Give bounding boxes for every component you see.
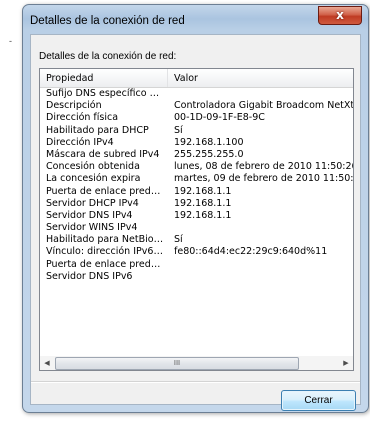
row-property: Servidor WINS IPv4: [46, 222, 138, 234]
row-value: 192.168.1.1: [174, 197, 232, 209]
row-value: 192.168.1.1: [174, 209, 232, 221]
row-value: Sí: [174, 234, 183, 246]
row-property: Servidor DHCP IPv4: [46, 197, 139, 209]
scrollbar-thumb[interactable]: III: [55, 357, 299, 370]
row-property: Concesión obtenida: [46, 161, 140, 173]
row-value: martes, 09 de febrero de 2010 11:50:25: [174, 173, 354, 185]
row-property: Dirección IPv4: [46, 136, 114, 148]
row-property: Servidor DNS IPv6: [46, 270, 133, 282]
row-value: 00-1D-09-1F-E8-9C: [174, 112, 265, 124]
table-row[interactable]: Dirección física 00-1D-09-1F-E8-9C: [40, 112, 353, 124]
network-details-dialog: Detalles de la conexión de red x Detalle…: [22, 4, 369, 413]
listview-rows: Sufijo DNS específico p... Descripción Con…: [40, 88, 353, 283]
row-property: Puerta de enlace predet...: [46, 185, 164, 197]
scroll-left-arrow-icon[interactable]: ◀: [40, 356, 54, 370]
table-row[interactable]: Servidor DNS IPv6: [40, 271, 353, 283]
row-property: Descripción: [46, 100, 102, 112]
background-text-fragment: -: [9, 36, 12, 46]
row-property: Sufijo DNS específico p...: [46, 88, 164, 99]
scroll-right-arrow-icon[interactable]: ▶: [339, 356, 353, 370]
table-row[interactable]: Concesión obtenida lunes, 08 de febrero d…: [40, 161, 353, 173]
table-row[interactable]: Sufijo DNS específico p...: [40, 88, 353, 100]
horizontal-scrollbar[interactable]: ◀ III ▶: [39, 356, 354, 371]
table-row[interactable]: Vínculo: dirección IPv6 l... fe80::64d4:e…: [40, 246, 353, 258]
section-label: Detalles de la conexión de red:: [39, 51, 177, 62]
row-property: Servidor DNS IPv4: [46, 209, 133, 221]
table-row[interactable]: Máscara de subred IPv4 255.255.255.0: [40, 149, 353, 161]
row-value: lunes, 08 de febrero de 2010 11:50:26: [174, 161, 354, 173]
row-property: Habilitado para DHCP: [46, 124, 149, 136]
row-value: 192.168.1.1: [174, 185, 232, 197]
row-property: Máscara de subred IPv4: [46, 148, 160, 160]
table-row[interactable]: Dirección IPv4 192.168.1.100: [40, 137, 353, 149]
row-property: Puerta de enlace predet...: [46, 258, 164, 270]
listview-header: Propiedad Valor: [40, 69, 353, 88]
row-value: 255.255.255.0: [174, 148, 244, 160]
title-bar[interactable]: Detalles de la conexión de red x: [23, 5, 368, 32]
row-value: fe80::64d4:ec22:29c9:640d%11: [174, 246, 328, 258]
column-header-value[interactable]: Valor: [168, 69, 353, 87]
close-dialog-button[interactable]: Cerrar: [281, 390, 356, 411]
window-title: Detalles de la conexión de red: [30, 15, 185, 27]
separator: [31, 381, 360, 383]
column-header-property[interactable]: Propiedad: [40, 69, 168, 87]
row-property: Dirección física: [46, 112, 119, 124]
table-row[interactable]: Puerta de enlace predet... 192.168.1.1: [40, 186, 353, 198]
dialog-client-area: Detalles de la conexión de red: Propieda…: [30, 34, 361, 411]
table-row[interactable]: Habilitado para NetBios ... Sí: [40, 234, 353, 246]
table-row[interactable]: Descripción Controladora Gigabit Broadcom…: [40, 100, 353, 112]
row-property: Habilitado para NetBios ...: [46, 234, 164, 246]
row-property: La concesión expira: [46, 173, 141, 185]
row-value: 192.168.1.100: [174, 136, 244, 148]
row-property: Vínculo: dirección IPv6 l...: [46, 246, 164, 258]
details-listview[interactable]: Propiedad Valor Sufijo DNS específico p.…: [39, 68, 354, 357]
thumb-grip-icon: III: [173, 359, 181, 367]
table-row[interactable]: Servidor DNS IPv4 192.168.1.1: [40, 210, 353, 222]
window-close-button[interactable]: x: [318, 6, 362, 25]
table-row[interactable]: Puerta de enlace predet...: [40, 259, 353, 271]
row-value: Controladora Gigabit Broadcom NetXtreme: [174, 100, 354, 112]
close-dialog-button-label: Cerrar: [304, 395, 333, 406]
row-value: Sí: [174, 124, 183, 136]
table-row[interactable]: Servidor WINS IPv4: [40, 222, 353, 234]
close-icon: x: [336, 8, 344, 22]
table-row[interactable]: Servidor DHCP IPv4 192.168.1.1: [40, 198, 353, 210]
table-row[interactable]: La concesión expira martes, 09 de febrero…: [40, 173, 353, 185]
table-row[interactable]: Habilitado para DHCP Sí: [40, 125, 353, 137]
